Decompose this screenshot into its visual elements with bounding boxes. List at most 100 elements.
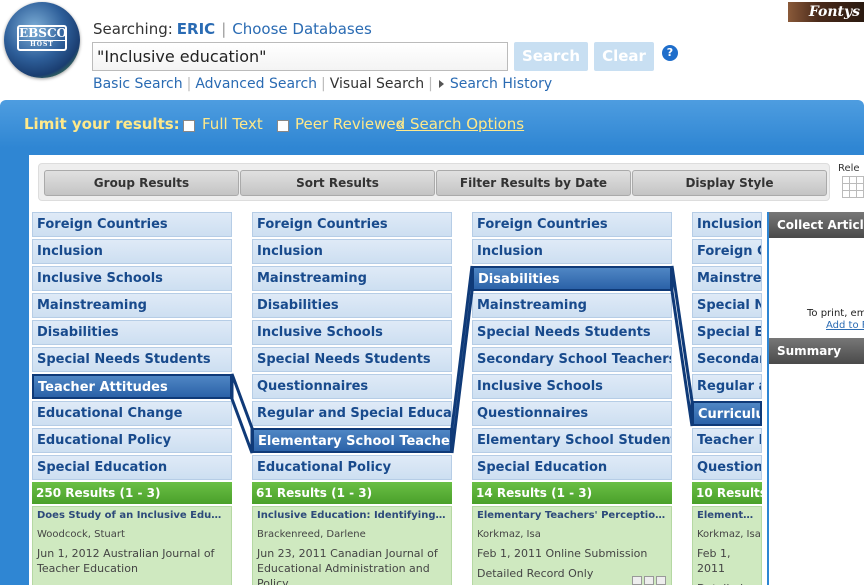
results-count-bar[interactable]: 250 Results (1 - 3): [32, 482, 232, 504]
subject-facet-item[interactable]: Questionnaires: [252, 374, 452, 399]
divider: |: [321, 76, 326, 92]
searching-label: Searching:: [93, 20, 173, 38]
visual-search-link[interactable]: Visual Search: [330, 76, 424, 92]
basic-search-link[interactable]: Basic Search: [93, 76, 183, 92]
subject-facet-item[interactable]: Foreign Countries: [32, 212, 232, 237]
subject-facet-item[interactable]: Teacher Eff: [692, 428, 762, 453]
subject-facet-item[interactable]: Elementary School Students: [472, 428, 672, 453]
divider: |: [221, 20, 227, 38]
subject-facet-item[interactable]: Disabilities: [252, 293, 452, 318]
limit-label: Limit your results:: [24, 115, 180, 133]
subject-facet-item[interactable]: Foreign Countries: [472, 212, 672, 237]
result-title[interactable]: Elementary Teachers' Perceptions abou...: [477, 510, 667, 521]
result-card[interactable]: Inclusive Education: Identifying Teacher…: [252, 506, 452, 585]
clear-button[interactable]: Clear: [594, 42, 654, 71]
subject-facet-item[interactable]: Special Needs Students: [252, 347, 452, 372]
subject-facet-item[interactable]: Mainstreaming: [252, 266, 452, 291]
search-nav-links: Basic Search | Advanced Search | Visual Sear…: [93, 76, 552, 92]
result-author: Brackenreed, Darlene: [257, 529, 366, 540]
advanced-search-link[interactable]: Advanced Search: [195, 76, 317, 92]
summary-header[interactable]: Summary: [769, 338, 864, 364]
results-count-bar[interactable]: 61 Results (1 - 3): [252, 482, 452, 504]
subject-facet-item[interactable]: Mainstrean: [692, 266, 762, 291]
print-instructions: To print, email: [807, 308, 864, 319]
result-title[interactable]: Elementary Te: [697, 510, 757, 521]
results-count-bar[interactable]: 10 Results (: [692, 482, 762, 504]
divider: |: [186, 76, 192, 92]
search-button[interactable]: Search: [514, 42, 588, 71]
subject-facet-item[interactable]: Educational Policy: [252, 455, 452, 480]
subject-facet-item[interactable]: Educational Change: [32, 401, 232, 426]
page-square-icon[interactable]: [644, 576, 654, 585]
subject-facet-item[interactable]: Teacher Attitudes: [32, 374, 232, 399]
full-text-label[interactable]: Full Text: [202, 115, 263, 133]
subject-facet-item[interactable]: Foreign Countries: [252, 212, 452, 237]
help-icon[interactable]: ?: [662, 45, 678, 61]
subject-facet-item[interactable]: Special Education: [472, 455, 672, 480]
page-square-icon[interactable]: [632, 576, 642, 585]
group-results-button[interactable]: Group Results: [44, 170, 239, 196]
limit-results-bar: Limit your results: Full Text Peer Revie…: [0, 100, 864, 148]
logo-mark: EBSCO HOST: [17, 25, 67, 51]
page-square-icon[interactable]: [656, 576, 666, 585]
search-input[interactable]: "Inclusive education": [92, 42, 508, 71]
result-column: Foreign Countries Inclusion Disabilities Ma…: [472, 212, 672, 585]
result-source: Jun 23, 2011 Canadian Journal of Educati…: [257, 547, 438, 585]
subject-facet-item[interactable]: Questionna: [692, 455, 762, 480]
grid-view-icon[interactable]: [842, 176, 864, 198]
full-text-checkbox[interactable]: [183, 120, 195, 132]
database-name: ERIC: [176, 20, 216, 38]
subject-facet-item[interactable]: Secondary: [692, 347, 762, 372]
subject-facet-item[interactable]: Mainstreaming: [32, 293, 232, 318]
subject-facet-item[interactable]: Disabilities: [472, 266, 672, 291]
subject-facet-item[interactable]: Inclusion: [32, 239, 232, 264]
subject-facet-item[interactable]: Inclusive Schools: [252, 320, 452, 345]
relevance-label: Rele: [838, 163, 860, 174]
filter-by-date-button[interactable]: Filter Results by Date: [436, 170, 631, 196]
collect-articles-panel: Collect Articles To print, email Add to …: [767, 212, 864, 585]
result-source: Feb 1, 2011: [697, 547, 731, 575]
display-style-button[interactable]: Display Style: [632, 170, 827, 196]
subject-facet-item[interactable]: Inclusive Schools: [32, 266, 232, 291]
search-history-link[interactable]: Search History: [450, 76, 552, 92]
sort-results-button[interactable]: Sort Results: [240, 170, 435, 196]
result-card[interactable]: Elementary Teachers' Perceptions abou...…: [472, 506, 672, 585]
result-card[interactable]: Elementary TeKorkmaz, IsaFeb 1, 2011Deta…: [692, 506, 762, 585]
subject-facet-item[interactable]: Foreign Co: [692, 239, 762, 264]
subject-facet-item[interactable]: Educational Policy: [32, 428, 232, 453]
subject-facet-item[interactable]: Special Nee: [692, 293, 762, 318]
results-count-bar[interactable]: 14 Results (1 - 3): [472, 482, 672, 504]
subject-facet-item[interactable]: Inclusion: [252, 239, 452, 264]
peer-reviewed-checkbox[interactable]: [277, 120, 289, 132]
add-to-folder-link[interactable]: Add to Fo: [826, 320, 864, 331]
subject-facet-item[interactable]: Special Needs Students: [472, 320, 672, 345]
subject-facet-item[interactable]: Secondary School Teachers: [472, 347, 672, 372]
choose-databases-link[interactable]: Choose Databases: [232, 20, 372, 38]
subject-facet-item[interactable]: Special Needs Students: [32, 347, 232, 372]
logo-subtext: HOST: [19, 40, 65, 49]
result-column: Foreign Countries Inclusion Mainstreaming D…: [252, 212, 452, 585]
subject-facet-item[interactable]: Regular and: [692, 374, 762, 399]
result-column: Foreign Countries Inclusion Inclusive Scho…: [32, 212, 232, 585]
result-card[interactable]: Does Study of an Inclusive Education Su.…: [32, 506, 232, 585]
collect-articles-header: Collect Articles: [769, 212, 864, 238]
subject-facet-item[interactable]: Questionnaires: [472, 401, 672, 426]
result-title[interactable]: Does Study of an Inclusive Education Su.…: [37, 510, 227, 521]
subject-facet-item[interactable]: Special Edu: [692, 320, 762, 345]
subject-facet-item[interactable]: Special Education: [32, 455, 232, 480]
subject-facet-item[interactable]: Inclusion: [472, 239, 672, 264]
result-source: Jun 1, 2012 Australian Journal of Teache…: [37, 547, 215, 575]
subject-facet-item[interactable]: Mainstreaming: [472, 293, 672, 318]
result-title[interactable]: Inclusive Education: Identifying Teacher…: [257, 510, 447, 521]
subject-facet-item[interactable]: Disabilities: [32, 320, 232, 345]
result-author: Korkmaz, Isa: [477, 529, 541, 540]
search-options-link[interactable]: « Search Options: [396, 115, 524, 133]
ebsco-logo[interactable]: EBSCO HOST: [4, 2, 80, 78]
subject-facet-item[interactable]: Regular and Special Education ...: [252, 401, 452, 426]
subject-facet-item[interactable]: Inclusive Schools: [472, 374, 672, 399]
subject-facet-item[interactable]: Elementary School Teachers: [252, 428, 452, 453]
result-source: Feb 1, 2011 Online Submission: [477, 547, 648, 560]
subject-facet-item[interactable]: Curriculum: [692, 401, 762, 426]
subject-facet-item[interactable]: Inclusion: [692, 212, 762, 237]
peer-reviewed-label[interactable]: Peer Reviewed: [295, 115, 405, 133]
